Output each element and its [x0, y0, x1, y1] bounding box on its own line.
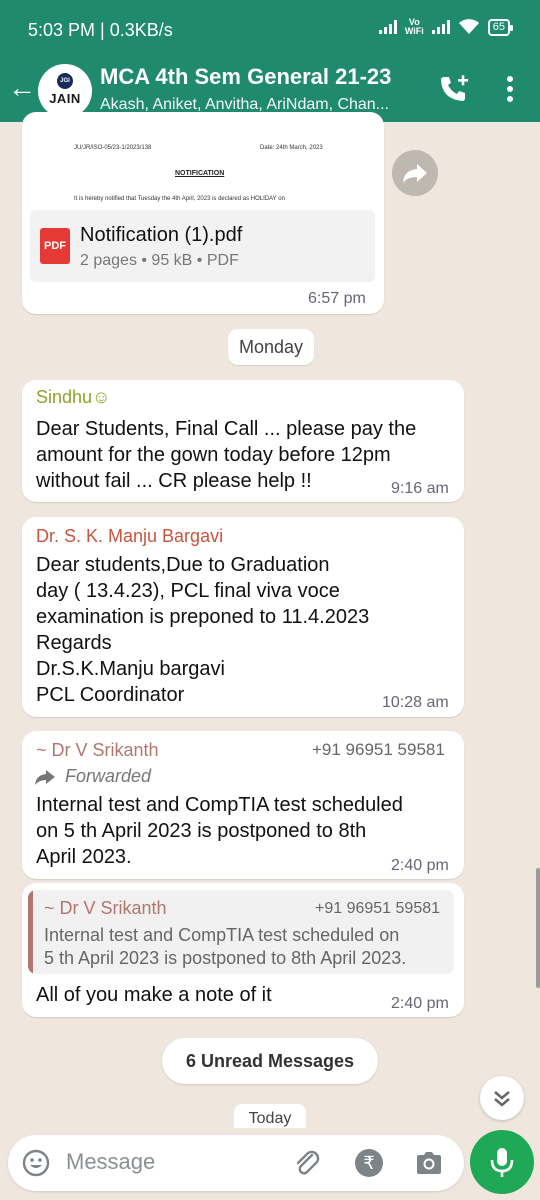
- quoted-message[interactable]: ~ Dr V Srikanth +91 96951 59581 Internal…: [28, 890, 454, 974]
- avatar-jgi-logo: JGI: [57, 73, 73, 89]
- battery-icon: 65: [487, 18, 514, 36]
- document-file[interactable]: PDF Notification (1).pdf 2 pages • 95 kB…: [30, 210, 375, 282]
- message-time: 2:40 pm: [391, 995, 449, 1012]
- attach-icon[interactable]: [292, 1148, 322, 1178]
- vowifi-icon: Vo WiFi: [404, 17, 424, 36]
- status-time: 5:03 PM | 0.3KB/s: [28, 20, 173, 40]
- document-preview[interactable]: JU/JR/ISO-05/23-1/2023/138 Date: 24th Ma…: [30, 125, 375, 210]
- payment-icon[interactable]: ₹: [355, 1149, 383, 1177]
- scrollbar-thumb[interactable]: [536, 868, 540, 988]
- message-time: 9:16 am: [391, 480, 449, 497]
- group-title: MCA 4th Sem General 21-23: [100, 64, 392, 89]
- add-call-icon[interactable]: [436, 72, 470, 106]
- message-time: 2:40 pm: [391, 857, 449, 874]
- microphone-icon: [490, 1148, 514, 1177]
- message-time: 6:57 pm: [308, 290, 366, 307]
- unread-messages-banner: 6 Unread Messages: [162, 1038, 378, 1084]
- date-chip: Monday: [228, 329, 314, 365]
- more-options-icon[interactable]: [500, 72, 520, 106]
- sender-phone: +91 96951 59581: [312, 740, 445, 759]
- emoji-icon[interactable]: [22, 1149, 50, 1177]
- double-chevron-down-icon: [494, 1091, 510, 1107]
- preview-line: It is hereby notified that Tuesday the 4…: [74, 196, 285, 202]
- message-input[interactable]: Message: [66, 1149, 155, 1175]
- message-text: All of you make a note of it: [36, 984, 272, 1006]
- document-name: Notification (1).pdf: [80, 224, 243, 246]
- quoted-text: Internal test and CompTIA test scheduled…: [44, 925, 407, 968]
- status-bar: 5:03 PM | 0.3KB/s Vo WiFi 65: [0, 0, 540, 60]
- status-icons: Vo WiFi 65: [378, 17, 514, 36]
- pdf-icon: PDF: [40, 228, 70, 264]
- scroll-to-bottom-button[interactable]: [480, 1076, 524, 1120]
- quoted-sender: ~ Dr V Srikanth: [44, 898, 167, 918]
- quote-bar: [28, 890, 33, 974]
- sender-name[interactable]: ~ Dr V Srikanth: [36, 740, 159, 761]
- avatar-label: JAIN: [49, 91, 81, 106]
- back-arrow-icon[interactable]: ←: [8, 72, 36, 104]
- preview-date: Date: 24th March, 2023: [260, 145, 323, 151]
- preview-heading: NOTIFICATION: [175, 170, 225, 177]
- message-text: Dear students,Due to Graduation day ( 13.…: [36, 554, 370, 706]
- date-chip-today: Today: [234, 1104, 306, 1128]
- forward-button[interactable]: [392, 150, 438, 196]
- signal-icon-2: [431, 20, 450, 34]
- message-time: 10:28 am: [382, 694, 449, 711]
- group-avatar[interactable]: JGI JAIN: [38, 64, 92, 118]
- voice-message-button[interactable]: [470, 1130, 534, 1194]
- signal-icon: [378, 20, 397, 34]
- forward-icon: [403, 164, 427, 183]
- preview-ref: JU/JR/ISO-05/23-1/2023/138: [74, 145, 152, 151]
- forwarded-icon: [35, 770, 55, 785]
- sender-name[interactable]: Sindhu☺: [36, 387, 110, 408]
- wifi-icon: [458, 19, 479, 34]
- sender-name[interactable]: Dr. S. K. Manju Bargavi: [36, 526, 223, 547]
- quoted-phone: +91 96951 59581: [315, 900, 441, 917]
- group-info[interactable]: MCA 4th Sem General 21-23 Akash, Aniket,…: [100, 64, 430, 114]
- message-composer[interactable]: Message ₹: [8, 1135, 464, 1191]
- document-meta: 2 pages • 95 kB • PDF: [80, 252, 239, 269]
- forwarded-label: Forwarded: [65, 766, 152, 786]
- camera-icon[interactable]: [414, 1149, 444, 1177]
